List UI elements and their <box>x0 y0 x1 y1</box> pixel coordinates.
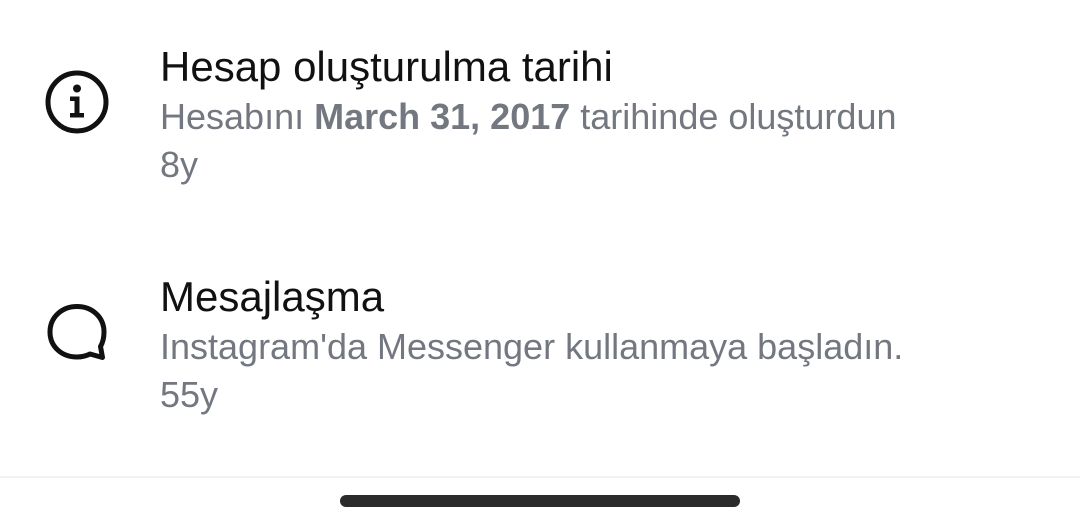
description-suffix: tarihinde oluşturdun <box>570 96 897 137</box>
messaging-description: Instagram'da Messenger kullanmaya başlad… <box>160 326 904 367</box>
messaging-title: Mesajlaşma <box>160 273 385 320</box>
divider <box>0 476 1080 478</box>
info-icon <box>45 70 109 134</box>
list-item-messaging[interactable]: Mesajlaşma Instagram'da Messenger kullan… <box>0 230 1080 476</box>
account-creation-description: Hesabını March 31, 2017 tarihinde oluştu… <box>160 93 1040 141</box>
account-creation-title: Hesap oluşturulma tarihi <box>160 43 613 90</box>
messaging-text: Mesajlaşma Instagram'da Messenger kullan… <box>160 271 1040 419</box>
list-item-account-creation[interactable]: Hesap oluşturulma tarihi Hesabını March … <box>0 0 1080 230</box>
messaging-timestamp: 55y <box>160 374 219 415</box>
creation-date: March 31, 2017 <box>314 96 571 137</box>
description-prefix: Hesabını <box>160 96 315 137</box>
account-info-screen: Hesap oluşturulma tarihi Hesabını March … <box>0 0 1080 523</box>
account-creation-text: Hesap oluşturulma tarihi Hesabını March … <box>160 41 1040 189</box>
account-creation-timestamp: 8y <box>160 144 199 185</box>
message-bubble-icon <box>47 304 107 360</box>
home-indicator[interactable] <box>340 495 740 507</box>
